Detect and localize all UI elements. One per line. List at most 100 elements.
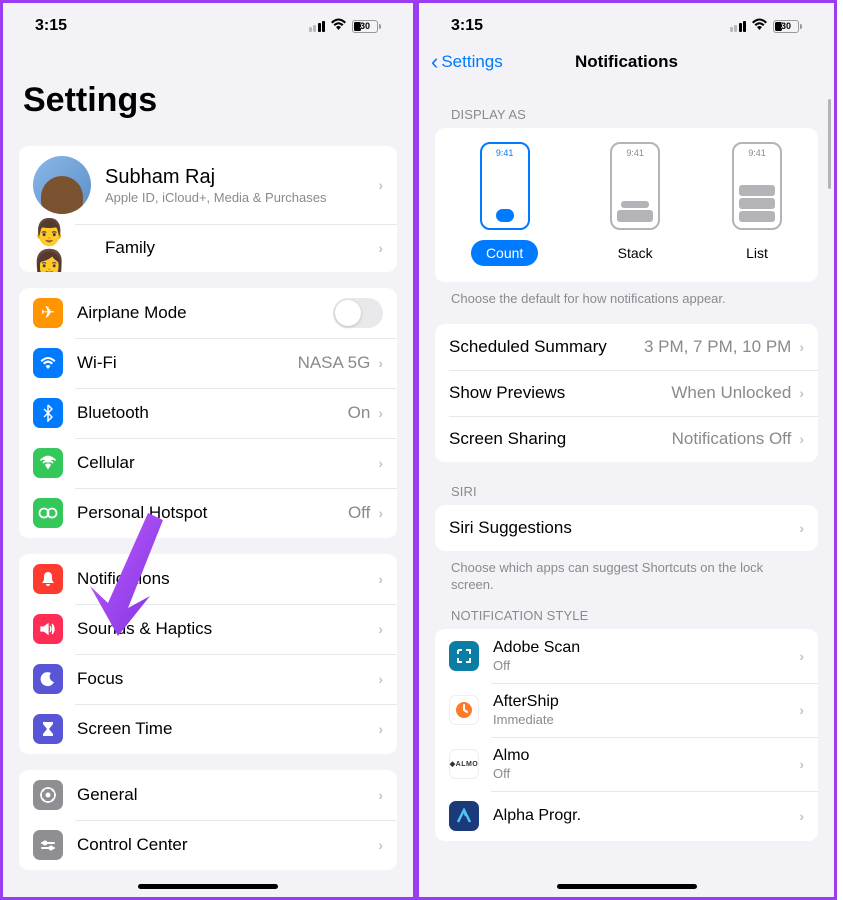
display-option-count[interactable]: 9:41 Count <box>471 142 538 266</box>
profile-subtitle: Apple ID, iCloud+, Media & Purchases <box>105 190 378 205</box>
screen-time-icon <box>33 714 63 744</box>
family-label: Family <box>105 238 378 258</box>
attention-section: Notifications › Sounds & Haptics › Focus… <box>19 554 397 754</box>
airplane-mode-row[interactable]: ✈ Airplane Mode <box>19 288 397 338</box>
chevron-right-icon: › <box>378 721 383 737</box>
cellular-icon <box>33 448 63 478</box>
sounds-row[interactable]: Sounds & Haptics › <box>19 604 397 654</box>
phone-stack-icon: 9:41 <box>610 142 660 230</box>
app-sub: Off <box>493 658 799 673</box>
network-section: ✈ Airplane Mode Wi-Fi NASA 5G › Bluetoot… <box>19 288 397 538</box>
focus-label: Focus <box>77 669 378 689</box>
cellular-row[interactable]: Cellular › <box>19 438 397 488</box>
app-name: Adobe Scan <box>493 639 799 657</box>
system-section: General › Control Center › <box>19 770 397 870</box>
previews-label: Show Previews <box>449 383 671 403</box>
phone-count-icon: 9:41 <box>480 142 530 230</box>
scheduled-summary-row[interactable]: Scheduled Summary 3 PM, 7 PM, 10 PM › <box>435 324 818 370</box>
focus-icon <box>33 664 63 694</box>
app-row-adobe-scan[interactable]: Adobe Scan Off › <box>435 629 818 683</box>
show-previews-row[interactable]: Show Previews When Unlocked › <box>435 370 818 416</box>
display-as-header: DISPLAY AS <box>419 85 834 128</box>
previews-value: When Unlocked <box>671 383 791 403</box>
chevron-right-icon: › <box>378 505 383 521</box>
battery-icon: 30 <box>773 20 802 33</box>
settings-screen: 3:15 30 Settings Subham Raj Apple ID, iC… <box>0 0 416 900</box>
almo-icon: ◆ALMO <box>449 749 479 779</box>
display-option-list[interactable]: 9:41 List <box>732 142 782 266</box>
siri-suggestions-row[interactable]: Siri Suggestions › <box>435 505 818 551</box>
wifi-row[interactable]: Wi-Fi NASA 5G › <box>19 338 397 388</box>
status-indicators: 30 <box>730 18 803 35</box>
scrollbar[interactable] <box>828 99 831 189</box>
siri-label: Siri Suggestions <box>449 518 799 538</box>
notifications-row[interactable]: Notifications › <box>19 554 397 604</box>
chevron-right-icon: › <box>799 756 804 772</box>
airplane-toggle[interactable] <box>333 298 383 328</box>
phone-list-icon: 9:41 <box>732 142 782 230</box>
focus-row[interactable]: Focus › <box>19 654 397 704</box>
family-row[interactable]: 👨👩 Family › <box>19 224 397 272</box>
hotspot-value: Off <box>348 503 370 523</box>
chevron-right-icon: › <box>378 837 383 853</box>
wifi-icon <box>330 18 347 35</box>
hotspot-icon <box>33 498 63 528</box>
screen-time-label: Screen Time <box>77 719 378 739</box>
app-name: AfterShip <box>493 693 799 711</box>
screen-sharing-row[interactable]: Screen Sharing Notifications Off › <box>435 416 818 462</box>
alpha-icon <box>449 801 479 831</box>
hotspot-row[interactable]: Personal Hotspot Off › <box>19 488 397 538</box>
chevron-right-icon: › <box>799 339 804 355</box>
app-name: Almo <box>493 747 799 765</box>
display-as-footer: Choose the default for how notifications… <box>419 282 834 308</box>
style-header: NOTIFICATION STYLE <box>419 594 834 629</box>
control-center-row[interactable]: Control Center › <box>19 820 397 870</box>
scheduled-value: 3 PM, 7 PM, 10 PM <box>644 337 791 357</box>
chevron-right-icon: › <box>378 405 383 421</box>
chevron-left-icon: ‹ <box>431 49 438 75</box>
chevron-right-icon: › <box>378 571 383 587</box>
list-label: List <box>746 240 768 266</box>
stack-label: Stack <box>618 240 653 266</box>
siri-header: SIRI <box>419 462 834 505</box>
wifi-icon <box>751 18 768 35</box>
profile-name: Subham Raj <box>105 166 378 189</box>
cellular-signal-icon <box>309 21 326 32</box>
display-option-stack[interactable]: 9:41 Stack <box>610 142 660 266</box>
cellular-label: Cellular <box>77 453 378 473</box>
chevron-right-icon: › <box>378 671 383 687</box>
app-row-alpha[interactable]: Alpha Progr. › <box>435 791 818 841</box>
back-button[interactable]: ‹ Settings <box>431 49 503 75</box>
siri-footer: Choose which apps can suggest Shortcuts … <box>419 551 834 594</box>
cellular-signal-icon <box>730 21 747 32</box>
gear-icon <box>33 780 63 810</box>
chevron-right-icon: › <box>378 787 383 803</box>
app-row-almo[interactable]: ◆ALMO Almo Off › <box>435 737 818 791</box>
hotspot-label: Personal Hotspot <box>77 503 348 523</box>
chevron-right-icon: › <box>378 240 383 256</box>
sharing-value: Notifications Off <box>672 429 792 449</box>
apple-id-row[interactable]: Subham Raj Apple ID, iCloud+, Media & Pu… <box>19 146 397 224</box>
home-indicator[interactable] <box>557 884 697 889</box>
notifications-label: Notifications <box>77 569 378 589</box>
notifications-screen: 3:15 30 ‹ Settings Notifications DISPLAY… <box>416 0 837 900</box>
general-row[interactable]: General › <box>19 770 397 820</box>
app-row-aftership[interactable]: AfterShip Immediate › <box>435 683 818 737</box>
control-center-icon <box>33 830 63 860</box>
airplane-icon: ✈ <box>33 298 63 328</box>
family-icon: 👨👩 <box>33 234 91 262</box>
screen-time-row[interactable]: Screen Time › <box>19 704 397 754</box>
wifi-value: NASA 5G <box>298 353 371 373</box>
control-center-label: Control Center <box>77 835 378 855</box>
battery-icon: 30 <box>352 20 381 33</box>
display-as-section: 9:41 Count 9:41 Stack 9:41 List <box>435 128 818 282</box>
home-indicator[interactable] <box>138 884 278 889</box>
bluetooth-row[interactable]: Bluetooth On › <box>19 388 397 438</box>
avatar <box>33 156 91 214</box>
profile-section: Subham Raj Apple ID, iCloud+, Media & Pu… <box>19 146 397 272</box>
chevron-right-icon: › <box>799 431 804 447</box>
status-time: 3:15 <box>35 17 67 35</box>
general-label: General <box>77 785 378 805</box>
chevron-right-icon: › <box>378 455 383 471</box>
chevron-right-icon: › <box>799 808 804 824</box>
